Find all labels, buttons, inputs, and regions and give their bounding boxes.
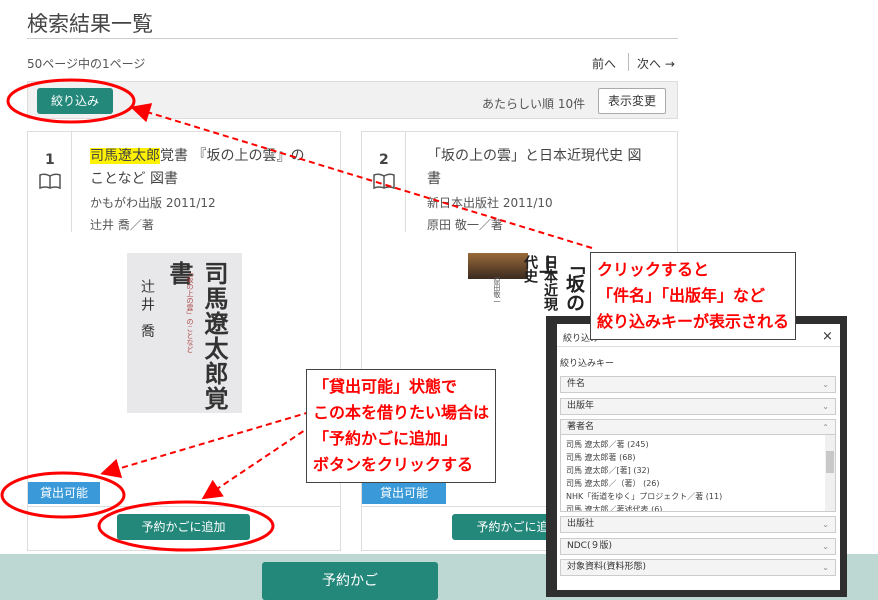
author-option[interactable]: 司馬 遼太郎／[著] (32)	[566, 465, 650, 476]
cover-author: 辻井 喬	[139, 279, 155, 342]
filter-dropdown-subject[interactable]: 件名 ⌄	[560, 376, 836, 393]
author-list: 司馬 遼太郎／著 (245) 司馬 遼太郎著 (68) 司馬 遼太郎／[著] (…	[560, 434, 836, 512]
book-cover: 「坂の上 日本近現代史 原田敬一	[468, 253, 590, 313]
cover-subtitle: 「坂の上の雲」のことなど	[186, 269, 194, 353]
result-publisher: 新日本出版社 2011/10	[427, 196, 553, 210]
author-option[interactable]: 司馬 遼太郎／（著） (26)	[566, 478, 660, 489]
cover-title: 司馬遼太郎覚書	[165, 261, 229, 411]
prev-page-link[interactable]: 前へ	[592, 55, 616, 72]
filter-callout: クリックすると 「件名」「出版年」など 絞り込みキーが表示される	[590, 252, 797, 340]
chevron-down-icon: ⌄	[822, 542, 829, 551]
filter-key-label: 絞り込みキー	[560, 359, 615, 369]
cover-author: 原田敬一	[493, 277, 501, 305]
chevron-down-icon: ⌄	[822, 563, 829, 572]
result-publisher: かもがわ出版 2011/12	[90, 196, 216, 210]
book-icon	[373, 173, 395, 190]
chevron-up-icon: ⌃	[822, 423, 829, 432]
title-highlight: 司馬遼太郎	[90, 148, 160, 164]
chevron-down-icon: ⌄	[822, 380, 829, 389]
author-option[interactable]: NHK「街道をゆく」プロジェクト／著 (11)	[566, 491, 722, 502]
filter-dropdown-publisher[interactable]: 出版社 ⌄	[560, 516, 836, 533]
title-divider	[27, 38, 678, 39]
card-footer-divider	[28, 506, 340, 507]
chevron-down-icon: ⌄	[822, 402, 829, 411]
result-author: 原田 敬一／著	[427, 218, 503, 232]
page-count: 50ページ中の1ページ	[27, 57, 146, 71]
author-option[interactable]: 司馬 遼太郎／著述代表 (6)	[566, 504, 662, 511]
cover-subtitle: 日本近現代史	[522, 255, 558, 311]
reserve-callout: 「貸出可能」状態で この本を借りたい場合は 「予約かごに追加」 ボタンをクリック…	[306, 369, 497, 483]
page-title: 検索結果一覧	[27, 12, 153, 36]
filter-button[interactable]: 絞り込み	[37, 88, 113, 114]
close-icon[interactable]: ×	[822, 329, 833, 344]
result-title-link[interactable]: 「坂の上の雲」と日本近現代史 図 書	[427, 145, 667, 191]
author-option[interactable]: 司馬 遼太郎／著 (245)	[566, 439, 649, 450]
change-view-button[interactable]: 表示変更	[598, 88, 666, 114]
filter-dropdown-ndc[interactable]: NDC(９版) ⌄	[560, 538, 836, 555]
chevron-down-icon: ⌄	[822, 520, 829, 529]
book-cover: 司馬遼太郎覚書 「坂の上の雲」のことなど 辻井 喬	[127, 253, 242, 413]
availability-badge: 貸出可能	[362, 482, 446, 504]
add-to-cart-button[interactable]: 予約かごに追加	[117, 514, 250, 540]
book-icon	[39, 173, 61, 190]
pager-divider	[628, 53, 629, 71]
sort-order: あたらしい順 10件	[482, 97, 586, 111]
result-number: 1	[45, 152, 55, 168]
scrollbar-thumb[interactable]	[826, 451, 834, 473]
reservation-cart-button[interactable]: 予約かご	[262, 562, 438, 600]
filter-dropdown-year[interactable]: 出版年 ⌄	[560, 398, 836, 415]
author-option[interactable]: 司馬 遼太郎著 (68)	[566, 452, 636, 463]
result-number: 2	[379, 152, 389, 168]
filter-dropdown-material[interactable]: 対象資料(資料形態) ⌄	[560, 559, 836, 576]
result-title-link[interactable]: 司馬遼太郎覚書 『坂の上の雲』の ことなど 図書	[90, 145, 330, 191]
result-author: 辻井 喬／著	[90, 218, 154, 232]
availability-badge: 貸出可能	[28, 482, 100, 504]
next-page-link[interactable]: 次へ →	[637, 55, 675, 72]
filter-panel-divider	[557, 346, 840, 347]
author-list-scrollbar[interactable]	[825, 435, 835, 511]
